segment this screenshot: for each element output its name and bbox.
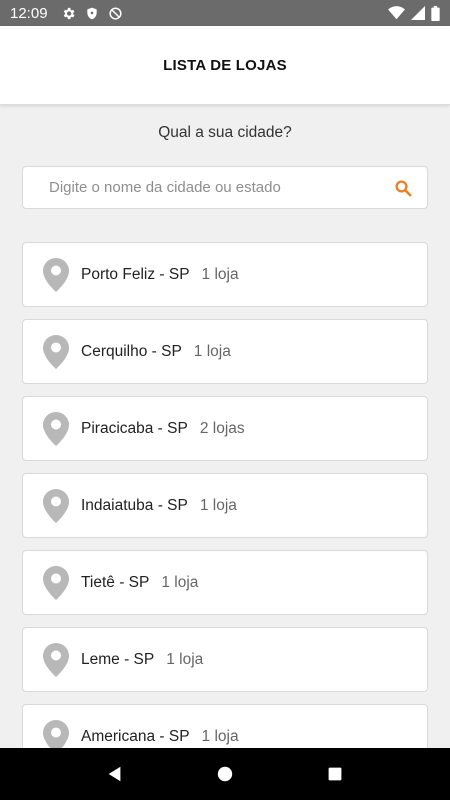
navigation-bar xyxy=(0,748,450,800)
no-sync-icon xyxy=(108,6,123,21)
location-pin-icon xyxy=(43,334,71,369)
location-pin-icon xyxy=(43,565,71,600)
store-item-cerquilho[interactable]: Cerquilho - SP 1 loja xyxy=(22,319,428,384)
store-item-leme[interactable]: Leme - SP 1 loja xyxy=(22,627,428,692)
store-item-tiete[interactable]: Tietê - SP 1 loja xyxy=(22,550,428,615)
store-city: Americana - SP xyxy=(81,727,190,745)
store-item-indaiatuba[interactable]: Indaiatuba - SP 1 loja xyxy=(22,473,428,538)
status-time: 12:09 xyxy=(10,4,48,22)
store-item-piracicaba[interactable]: Piracicaba - SP 2 lojas xyxy=(22,396,428,461)
recents-icon[interactable] xyxy=(323,762,347,786)
store-city: Cerquilho - SP xyxy=(81,342,182,360)
location-pin-icon xyxy=(43,257,71,292)
store-count: 2 lojas xyxy=(199,419,245,437)
store-count: 1 loja xyxy=(199,496,237,514)
store-list: Porto Feliz - SP 1 loja Cerquilho - SP 1… xyxy=(22,242,428,769)
location-pin-icon xyxy=(43,642,71,677)
app-header: LISTA DE LOJAS xyxy=(0,26,450,105)
store-count: 1 loja xyxy=(161,573,199,591)
signal-icon xyxy=(411,6,425,20)
store-city: Porto Feliz - SP xyxy=(81,265,190,283)
location-pin-icon xyxy=(43,488,71,523)
search-input[interactable] xyxy=(49,179,393,196)
store-count: 1 loja xyxy=(193,342,231,360)
back-icon[interactable] xyxy=(103,762,127,786)
store-city: Piracicaba - SP xyxy=(81,419,188,437)
city-question: Qual a sua cidade? xyxy=(158,124,292,141)
home-icon[interactable] xyxy=(213,762,237,786)
page-title: LISTA DE LOJAS xyxy=(163,56,287,74)
wifi-icon xyxy=(388,6,405,20)
battery-icon xyxy=(431,5,440,21)
location-pin-icon xyxy=(43,411,71,446)
shield-icon xyxy=(85,6,99,21)
store-count: 1 loja xyxy=(166,650,204,668)
store-city: Tietê - SP xyxy=(81,573,150,591)
settings-icon xyxy=(61,6,76,21)
store-count: 1 loja xyxy=(201,265,239,283)
search-box[interactable] xyxy=(22,166,428,209)
store-item-porto-feliz[interactable]: Porto Feliz - SP 1 loja xyxy=(22,242,428,307)
store-count: 1 loja xyxy=(201,727,239,745)
store-city: Indaiatuba - SP xyxy=(81,496,188,514)
store-city: Leme - SP xyxy=(81,650,155,668)
search-icon[interactable] xyxy=(393,178,413,198)
status-bar: 12:09 xyxy=(0,0,450,26)
